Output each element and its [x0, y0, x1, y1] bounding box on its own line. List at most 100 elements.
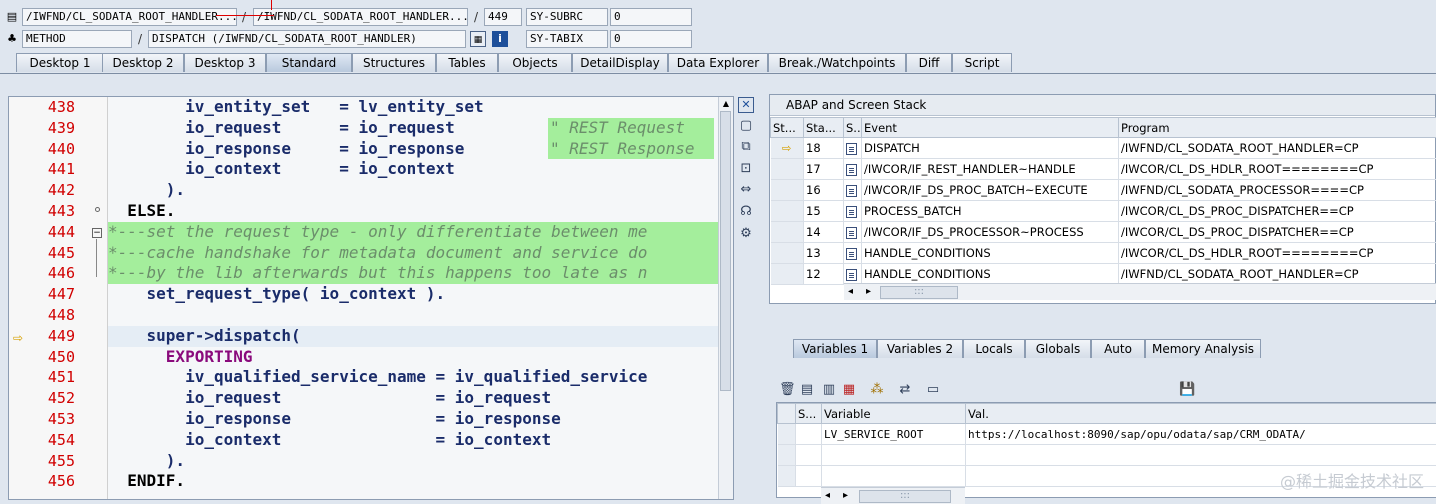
scroll-thumb[interactable]: ::: — [880, 286, 958, 299]
code-line[interactable]: io_request = io_request — [108, 388, 717, 409]
tab-objects[interactable]: Objects — [498, 53, 572, 72]
tab-script[interactable]: Script — [952, 53, 1012, 72]
line-field[interactable]: 449 — [484, 8, 522, 26]
scroll-thumb[interactable]: ::: — [859, 490, 951, 503]
variable-name[interactable] — [822, 445, 966, 466]
col-value[interactable]: Val. — [966, 404, 1436, 424]
col-variable[interactable]: Variable — [822, 404, 966, 424]
code-line[interactable]: ENDIF. — [108, 471, 717, 492]
swap-tool-icon[interactable]: ⧉ — [738, 139, 754, 155]
col-status[interactable]: St... — [771, 118, 804, 138]
stack-horizontal-scrollbar[interactable]: ◂ ▸ ::: — [844, 283, 1436, 300]
table-row[interactable]: 14 /IWCOR/IF_DS_PROCESSOR~PROCESS /IWCOR… — [771, 222, 1436, 243]
scroll-right-icon[interactable]: ▸ — [866, 286, 871, 297]
stack-event[interactable]: HANDLE_CONDITIONS — [862, 243, 1119, 264]
scroll-left-icon[interactable]: ◂ — [848, 286, 853, 297]
tab-tables[interactable]: Tables — [436, 53, 498, 72]
editor-vertical-scrollbar[interactable]: ▲ — [718, 97, 733, 499]
col-stack-level[interactable]: Sta... — [804, 118, 844, 138]
sysvar-name-field[interactable]: SY-SUBRC — [526, 8, 608, 26]
stack-event[interactable]: HANDLE_CONDITIONS — [862, 264, 1119, 285]
row-selector[interactable] — [778, 466, 796, 487]
stack-event[interactable]: DISPATCH — [862, 138, 1119, 159]
tab-data-explorer[interactable]: Data Explorer — [668, 53, 768, 72]
row-selector[interactable] — [771, 180, 804, 201]
row-selector[interactable] — [778, 424, 796, 445]
code-line[interactable]: EXPORTING — [108, 347, 717, 368]
resize-icon[interactable]: ⇔ — [738, 182, 754, 198]
table-row[interactable]: 17 /IWCOR/IF_REST_HANDLER~HANDLE /IWCOR/… — [771, 159, 1436, 180]
scroll-left-icon[interactable]: ◂ — [825, 490, 830, 501]
code-line[interactable]: *---set the request type - only differen… — [108, 222, 717, 243]
scroll-right-icon[interactable]: ▸ — [843, 490, 848, 501]
scroll-thumb[interactable] — [720, 111, 731, 391]
code-line[interactable]: *---cache handshake for metadata documen… — [108, 243, 717, 264]
code-line[interactable]: iv_entity_set = lv_entity_set — [108, 97, 717, 118]
table-row[interactable]: 16 /IWCOR/IF_DS_PROC_BATCH~EXECUTE /IWFN… — [771, 180, 1436, 201]
code-line[interactable]: io_context = io_context — [108, 430, 717, 451]
col-s[interactable]: S... — [796, 404, 822, 424]
row-selector[interactable] — [771, 201, 804, 222]
row-selector[interactable] — [771, 222, 804, 243]
tab-locals[interactable]: Locals — [963, 339, 1025, 358]
code-line[interactable]: super->dispatch( — [108, 326, 717, 347]
row-selector[interactable] — [771, 243, 804, 264]
code-line[interactable]: iv_qualified_service_name = iv_qualified… — [108, 367, 717, 388]
code-line[interactable]: set_request_type( io_context ). — [108, 284, 717, 305]
table-row[interactable]: 13 HANDLE_CONDITIONS /IWCOR/CL_DS_HDLR_R… — [771, 243, 1436, 264]
import-icon[interactable]: ▥ — [821, 382, 837, 398]
source-code-editor[interactable]: ⇨ − 438 iv_entity_set = lv_entity_set439… — [8, 96, 734, 500]
services-icon[interactable]: ⚙ — [738, 226, 754, 242]
variable-name[interactable] — [822, 466, 966, 487]
col-event[interactable]: Event — [862, 118, 1119, 138]
save-icon[interactable]: 💾 — [1179, 382, 1195, 398]
variable-value[interactable]: https://localhost:8090/sap/opu/odata/sap… — [966, 424, 1436, 445]
transfer-icon[interactable]: ⇄ — [897, 382, 913, 398]
delete-icon[interactable]: 🗑 — [779, 382, 795, 398]
tab-variables-1[interactable]: Variables 1 — [793, 339, 877, 358]
col-select[interactable] — [778, 404, 796, 424]
code-line[interactable]: io_response = io_response" REST Response — [108, 139, 717, 160]
code-line[interactable]: io_response = io_response — [108, 409, 717, 430]
tab-detaildisplay[interactable]: DetailDisplay — [572, 53, 668, 72]
tab-break-watchpoints[interactable]: Break./Watchpoints — [768, 53, 906, 72]
col-program[interactable]: Program — [1119, 118, 1436, 138]
scroll-up-icon[interactable]: ▲ — [721, 99, 731, 109]
program-field[interactable]: /IWFND/CL_SODATA_ROOT_HANDLER... — [253, 8, 468, 26]
fold-toggle-icon[interactable]: − — [92, 228, 102, 238]
table-row[interactable] — [778, 445, 1436, 466]
sysvar-name-field-2[interactable]: SY-TABIX — [526, 30, 608, 48]
variable-name[interactable]: LV_SERVICE_ROOT — [822, 424, 966, 445]
export-icon[interactable]: ▦ — [841, 382, 857, 398]
new-tool-icon[interactable]: ▢ — [738, 118, 754, 134]
info-icon[interactable]: i — [492, 31, 508, 47]
stack-event[interactable]: /IWCOR/IF_DS_PROC_BATCH~EXECUTE — [862, 180, 1119, 201]
code-line[interactable]: *---by the lib afterwards but this happe… — [108, 263, 717, 284]
source-icon[interactable]: ▦ — [470, 31, 486, 47]
folder-icon[interactable]: ▭ — [925, 382, 941, 398]
variable-value[interactable] — [966, 445, 1436, 466]
maximize-icon[interactable]: ⊡ — [738, 161, 754, 177]
code-line[interactable]: io_context = io_context — [108, 159, 717, 180]
table-row[interactable]: 12 HANDLE_CONDITIONS /IWFND/CL_SODATA_RO… — [771, 264, 1436, 285]
stack-event[interactable]: /IWCOR/IF_DS_PROCESSOR~PROCESS — [862, 222, 1119, 243]
tab-variables-2[interactable]: Variables 2 — [877, 339, 963, 358]
tab-desktop-1[interactable]: Desktop 1 — [16, 53, 104, 72]
table-row[interactable]: ⇨ 18 DISPATCH /IWFND/CL_SODATA_ROOT_HAND… — [771, 138, 1436, 159]
tab-desktop-3[interactable]: Desktop 3 — [184, 53, 266, 72]
stack-event[interactable]: /IWCOR/IF_REST_HANDLER~HANDLE — [862, 159, 1119, 180]
tab-globals[interactable]: Globals — [1025, 339, 1091, 358]
table-row[interactable]: LV_SERVICE_ROOT https://localhost:8090/s… — [778, 424, 1436, 445]
code-line[interactable]: ELSE. — [108, 201, 717, 222]
copy-icon[interactable]: ▤ — [799, 382, 815, 398]
row-selector[interactable] — [771, 264, 804, 285]
headset-icon[interactable]: ☊ — [738, 204, 754, 220]
close-icon[interactable]: ✕ — [738, 97, 754, 113]
tab-diff[interactable]: Diff — [906, 53, 952, 72]
stack-event[interactable]: PROCESS_BATCH — [862, 201, 1119, 222]
variables-horizontal-scrollbar[interactable]: ◂ ▸ ::: — [821, 487, 965, 504]
tab-desktop-2[interactable]: Desktop 2 — [102, 53, 184, 72]
code-line[interactable]: ). — [108, 451, 717, 472]
tab-structures[interactable]: Structures — [352, 53, 436, 72]
tab-memory-analysis[interactable]: Memory Analysis — [1145, 339, 1261, 358]
